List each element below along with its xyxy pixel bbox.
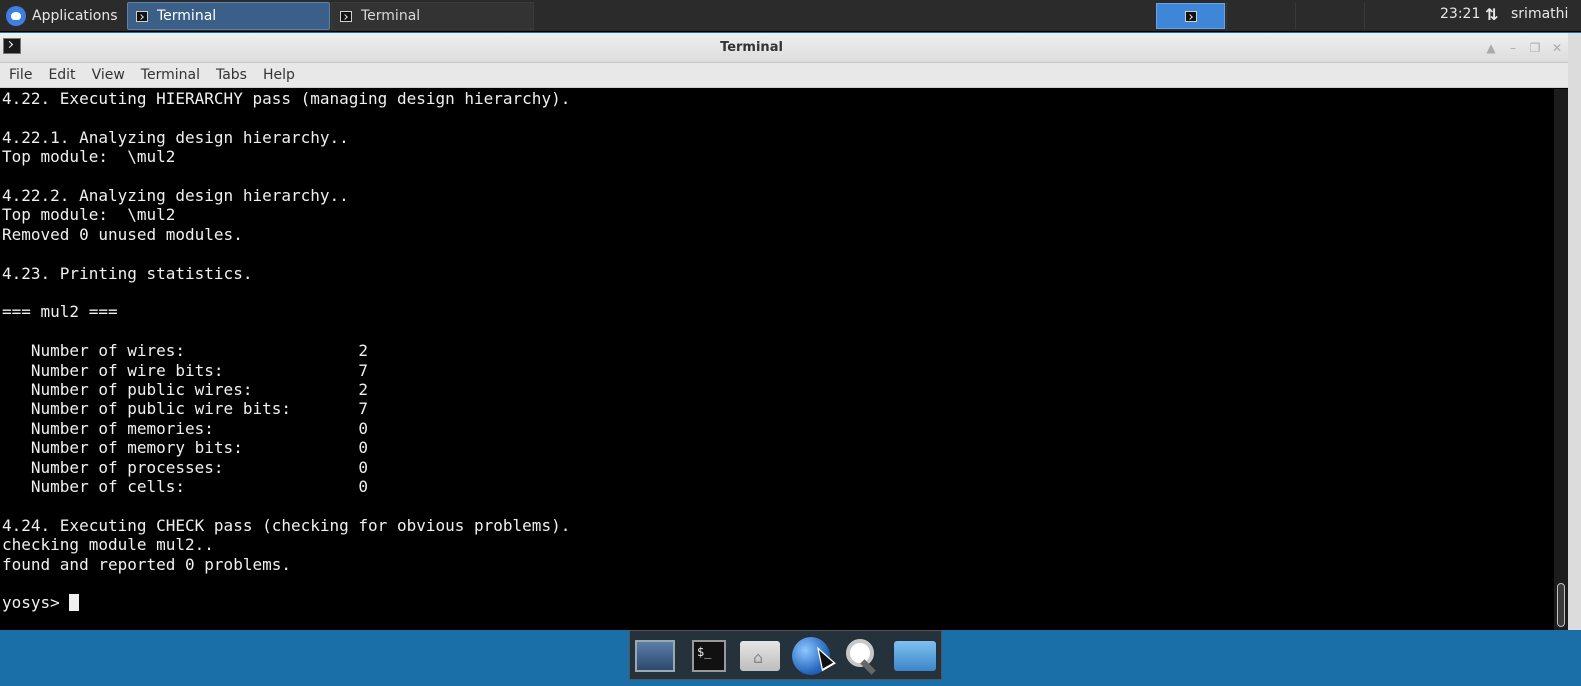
close-icon[interactable]: ✕ [1548, 39, 1566, 57]
terminal-line: checking module mul2.. [2, 535, 214, 554]
task-label: Terminal [361, 8, 421, 24]
top-panel: Applications Terminal Terminal 23:21 ⇅ s… [0, 0, 1581, 32]
workspace-4[interactable] [1364, 3, 1433, 29]
network-icon[interactable]: ⇅ [1485, 7, 1498, 23]
terminal-launcher[interactable]: $_ [688, 637, 730, 675]
terminal-icon [340, 10, 352, 22]
window-titlebar[interactable]: Terminal ▲ – ❐ ✕ [0, 33, 1568, 63]
applications-menu-button[interactable]: Applications [2, 2, 118, 30]
terminal-line: Number of processes: 0 [2, 458, 369, 477]
minimize-icon[interactable]: – [1504, 39, 1522, 57]
file-manager-launcher[interactable] [894, 637, 936, 675]
prompt-line[interactable]: yosys> [2, 593, 80, 612]
workspace-1[interactable] [1156, 3, 1225, 29]
desktop-background-strip [1568, 33, 1581, 630]
terminal-line: Number of public wires: 2 [2, 380, 369, 399]
shade-icon[interactable]: ▲ [1482, 39, 1500, 57]
user-menu[interactable]: srimathi [1511, 6, 1568, 22]
dock: $_ [629, 630, 942, 680]
folder-icon [894, 641, 936, 671]
terminal-line: 4.22.2. Analyzing design hierarchy.. [2, 186, 349, 205]
terminal-line: === mul2 === [2, 302, 118, 321]
terminal-icon: $_ [692, 640, 726, 672]
terminal-line: Removed 0 unused modules. [2, 225, 243, 244]
terminal-output[interactable]: 4.22. Executing HIERARCHY pass (managing… [0, 89, 1554, 630]
prompt: yosys> [2, 593, 70, 612]
desktop-icon [635, 640, 675, 672]
menu-tabs[interactable]: Tabs [207, 67, 254, 83]
terminal-line: found and reported 0 problems. [2, 555, 291, 574]
terminal-line: Number of wires: 2 [2, 341, 369, 360]
menu-edit[interactable]: Edit [39, 67, 82, 83]
show-desktop-button[interactable] [634, 637, 676, 675]
home-folder-launcher[interactable] [739, 637, 781, 675]
terminal-line: 4.22. Executing HIERARCHY pass (managing… [2, 89, 571, 108]
window-title: Terminal [720, 40, 783, 55]
terminal-icon [136, 10, 148, 22]
menu-view[interactable]: View [83, 67, 132, 83]
terminal-line: Top module: \mul2 [2, 205, 176, 224]
text-cursor [69, 594, 80, 611]
terminal-line: Number of memories: 0 [2, 419, 369, 438]
applications-label: Applications [32, 8, 118, 24]
terminal-icon [1184, 10, 1197, 22]
terminal-line: Number of public wire bits: 7 [2, 399, 369, 418]
terminal-line: Number of memory bits: 0 [2, 438, 369, 457]
terminal-line: Top module: \mul2 [2, 147, 176, 166]
task-label: Terminal [157, 8, 217, 24]
workspace-2[interactable] [1226, 3, 1295, 29]
workspace-3[interactable] [1295, 3, 1364, 29]
menu-file[interactable]: File [0, 67, 39, 83]
scrollbar-thumb[interactable] [1557, 583, 1565, 627]
terminal-line: Number of cells: 0 [2, 477, 369, 496]
home-folder-icon [740, 641, 780, 671]
terminal-line: 4.22.1. Analyzing design hierarchy.. [2, 128, 349, 147]
terminal-window: Terminal ▲ – ❐ ✕ File Edit View Terminal… [0, 33, 1568, 630]
menubar: File Edit View Terminal Tabs Help [0, 63, 1568, 88]
clock[interactable]: 23:21 [1440, 6, 1480, 22]
app-finder-launcher[interactable] [840, 637, 882, 675]
terminal-line: 4.23. Printing statistics. [2, 264, 253, 283]
search-icon [842, 637, 880, 675]
maximize-icon[interactable]: ❐ [1526, 39, 1544, 57]
terminal-line: 4.24. Executing CHECK pass (checking for… [2, 516, 571, 535]
taskbar-terminal-1[interactable]: Terminal [127, 2, 330, 30]
menu-help[interactable]: Help [254, 67, 302, 83]
xfce-logo-icon [6, 6, 26, 26]
scrollbar[interactable] [1554, 89, 1568, 630]
menu-terminal[interactable]: Terminal [132, 67, 207, 83]
taskbar-terminal-2[interactable]: Terminal [331, 2, 534, 30]
terminal-line: Number of wire bits: 7 [2, 361, 369, 380]
